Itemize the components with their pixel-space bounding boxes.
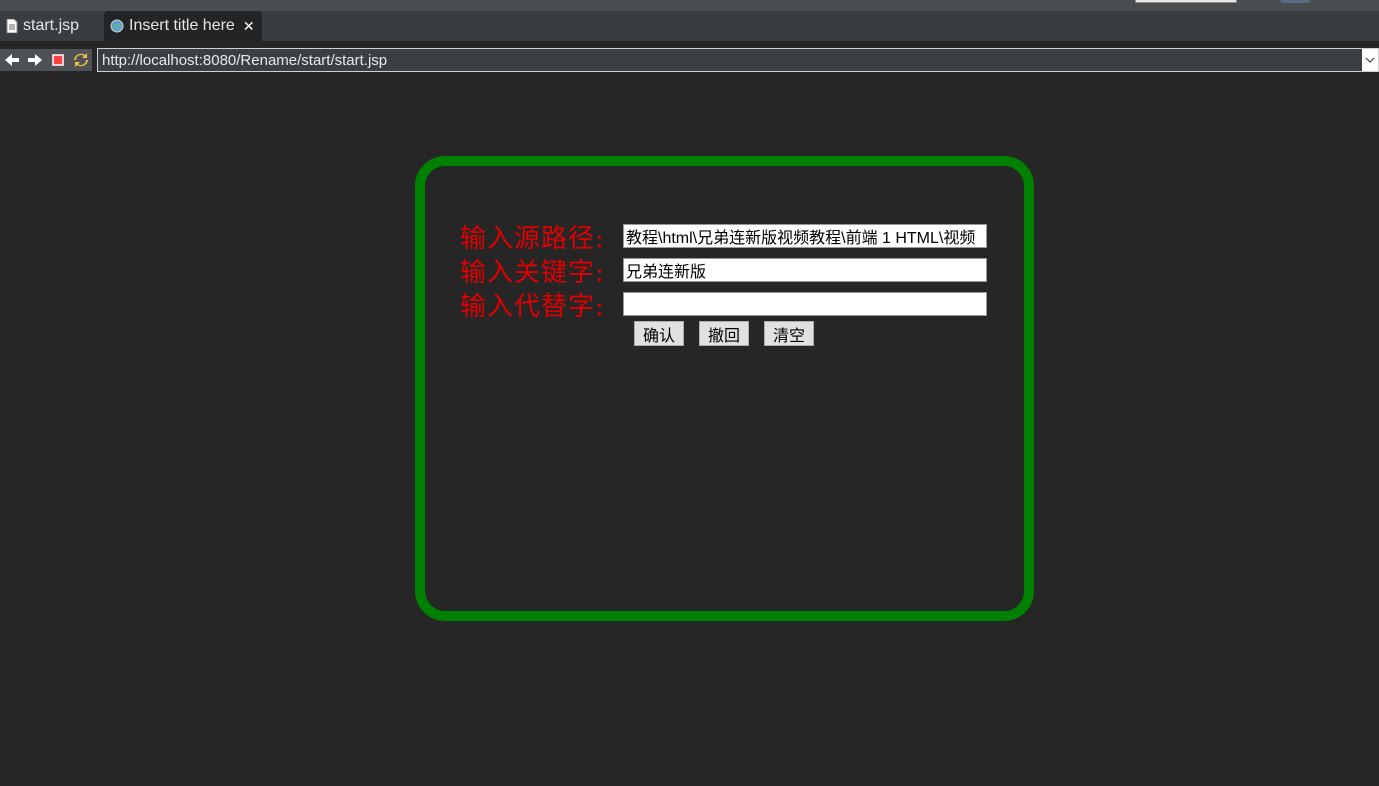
stop-icon[interactable]	[49, 51, 67, 69]
tab-label: Insert title here	[129, 17, 235, 34]
source-path-input[interactable]	[623, 224, 987, 248]
close-icon[interactable]: ✕	[243, 18, 255, 35]
browser-nav-bar	[0, 41, 1379, 77]
keyword-input[interactable]	[623, 258, 987, 282]
globe-icon	[110, 19, 124, 33]
url-input[interactable]	[98, 50, 1362, 70]
chevron-down-icon[interactable]	[1362, 49, 1378, 71]
tab-start-jsp[interactable]: start.jsp	[0, 11, 100, 41]
replacement-label: 输入代替字:	[460, 291, 605, 322]
form-buttons: 确认 撤回 清空	[634, 321, 814, 346]
top-toolbar-strip	[0, 0, 1379, 11]
refresh-icon[interactable]	[72, 51, 90, 69]
source-path-label: 输入源路径:	[460, 223, 605, 254]
clear-button[interactable]: 清空	[764, 321, 814, 346]
editor-tab-bar: start.jsp Insert title here ✕	[0, 11, 1379, 41]
page-content: 输入源路径: 输入关键字: 输入代替字: 确认 撤回 清空	[0, 77, 1379, 786]
keyword-label: 输入关键字:	[460, 257, 605, 288]
source-path-row: 输入源路径:	[460, 219, 987, 254]
file-icon	[6, 19, 18, 33]
replacement-row: 输入代替字:	[460, 287, 987, 322]
tab-insert-title-here[interactable]: Insert title here ✕	[104, 11, 262, 41]
rename-form-box: 输入源路径: 输入关键字: 输入代替字: 确认 撤回 清空	[415, 156, 1034, 621]
perspective-button[interactable]	[1280, 0, 1310, 3]
quick-search-box[interactable]	[1135, 0, 1237, 3]
replacement-input[interactable]	[623, 292, 987, 316]
tab-label: start.jsp	[23, 17, 80, 34]
keyword-row: 输入关键字:	[460, 253, 987, 288]
forward-arrow-icon[interactable]	[26, 51, 44, 69]
undo-button[interactable]: 撤回	[699, 321, 749, 346]
nav-button-group	[0, 49, 92, 71]
confirm-button[interactable]: 确认	[634, 321, 684, 346]
url-bar[interactable]	[97, 48, 1379, 72]
back-arrow-icon[interactable]	[3, 51, 21, 69]
